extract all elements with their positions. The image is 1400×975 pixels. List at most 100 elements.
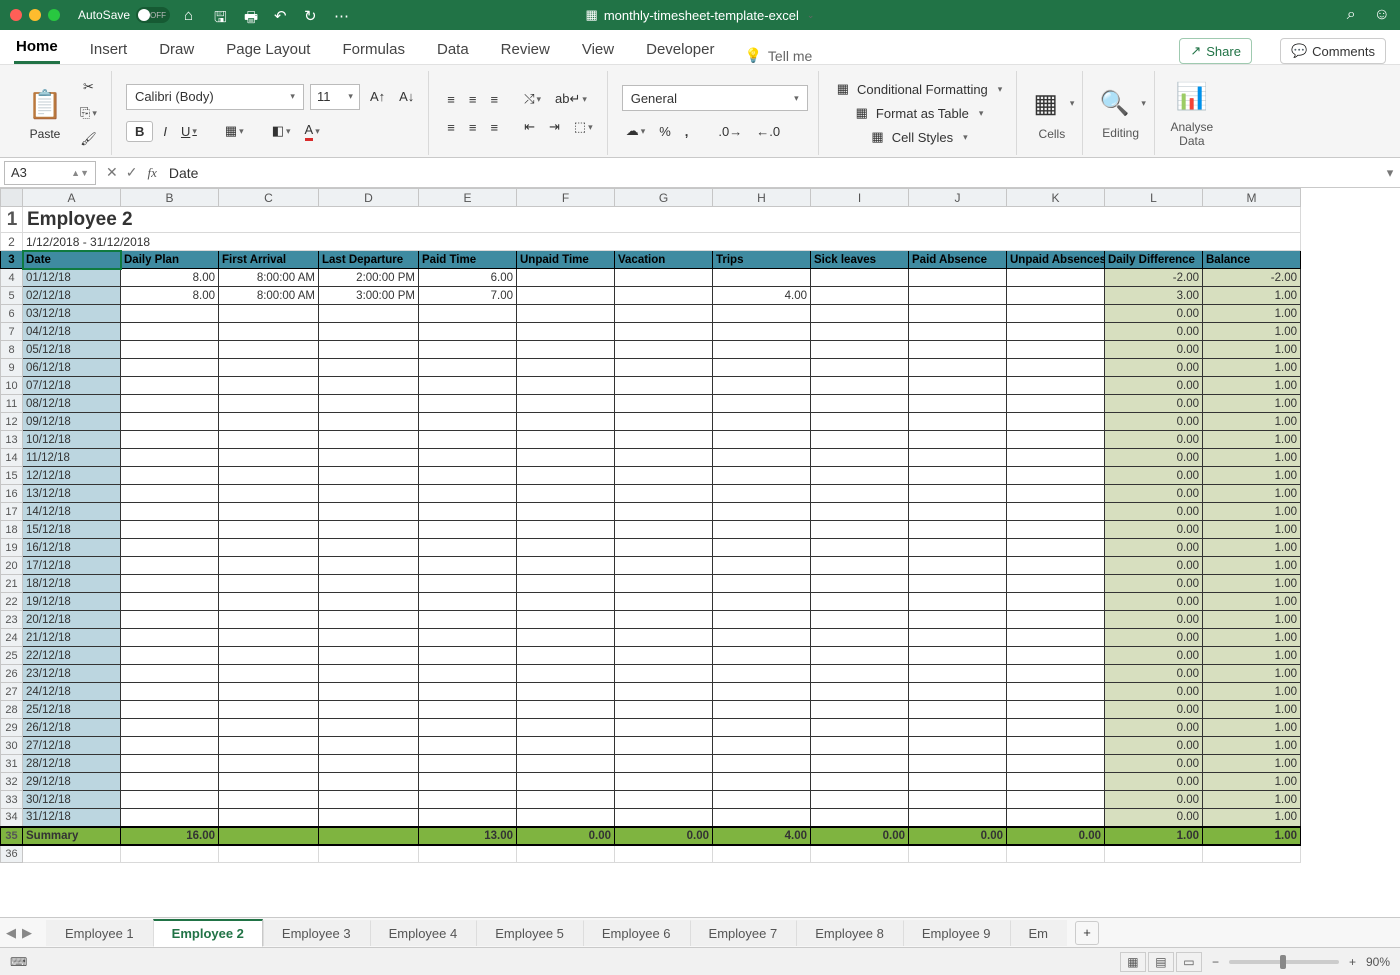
cell[interactable] [713, 269, 811, 287]
cell[interactable] [219, 341, 319, 359]
cell[interactable] [615, 575, 713, 593]
cell[interactable] [319, 809, 419, 827]
col-header-E[interactable]: E [419, 189, 517, 207]
cell[interactable] [319, 503, 419, 521]
percent-icon[interactable]: % [655, 122, 675, 141]
cell[interactable] [713, 431, 811, 449]
row-header-13[interactable]: 13 [1, 431, 23, 449]
cell[interactable] [419, 449, 517, 467]
cell[interactable] [615, 647, 713, 665]
cell[interactable] [1203, 845, 1301, 863]
cell[interactable]: 16.00 [121, 827, 219, 845]
cell[interactable]: 1.00 [1203, 413, 1301, 431]
cell[interactable] [615, 809, 713, 827]
table-header[interactable]: First Arrival [219, 251, 319, 269]
cell[interactable]: 1.00 [1203, 647, 1301, 665]
cell[interactable] [419, 755, 517, 773]
cell[interactable]: 18/12/18 [23, 575, 121, 593]
cell[interactable] [713, 575, 811, 593]
cell[interactable]: 30/12/18 [23, 791, 121, 809]
cell[interactable] [121, 377, 219, 395]
cell[interactable] [517, 305, 615, 323]
cell[interactable] [713, 737, 811, 755]
row-header-8[interactable]: 8 [1, 341, 23, 359]
cell[interactable]: 0.00 [1105, 539, 1203, 557]
cell[interactable]: Summary [23, 827, 121, 845]
analyse-icon[interactable]: 📊 [1172, 79, 1212, 114]
cell[interactable]: 3.00 [1105, 287, 1203, 305]
cell[interactable] [615, 395, 713, 413]
cell[interactable] [1007, 269, 1105, 287]
cell[interactable] [219, 539, 319, 557]
tab-draw[interactable]: Draw [157, 35, 196, 64]
cell[interactable]: 1.00 [1203, 665, 1301, 683]
cell[interactable] [319, 305, 419, 323]
cell[interactable] [419, 665, 517, 683]
table-header[interactable]: Balance [1203, 251, 1301, 269]
cell[interactable] [615, 701, 713, 719]
tab-data[interactable]: Data [435, 35, 471, 64]
cell[interactable] [1007, 773, 1105, 791]
cell[interactable] [517, 323, 615, 341]
cell[interactable] [909, 557, 1007, 575]
cell[interactable] [219, 791, 319, 809]
cell[interactable] [319, 791, 419, 809]
cell[interactable] [419, 611, 517, 629]
cell[interactable] [1007, 629, 1105, 647]
cell[interactable] [909, 575, 1007, 593]
cell[interactable] [713, 647, 811, 665]
font-name-select[interactable]: Calibri (Body)▾ [126, 84, 304, 110]
col-header-C[interactable]: C [219, 189, 319, 207]
cell[interactable] [909, 467, 1007, 485]
currency-icon[interactable]: ☁▾ [622, 121, 650, 141]
cell[interactable]: 04/12/18 [23, 323, 121, 341]
row-header-12[interactable]: 12 [1, 413, 23, 431]
cell[interactable] [1007, 305, 1105, 323]
cell[interactable] [517, 521, 615, 539]
cell[interactable] [1007, 287, 1105, 305]
cell[interactable]: 1.00 [1203, 287, 1301, 305]
cell[interactable] [121, 773, 219, 791]
cell[interactable] [811, 431, 909, 449]
cell[interactable] [517, 665, 615, 683]
cell[interactable] [517, 377, 615, 395]
cell[interactable] [219, 305, 319, 323]
table-header[interactable]: Daily Difference [1105, 251, 1203, 269]
cell[interactable] [419, 377, 517, 395]
cell[interactable] [219, 359, 319, 377]
minimize-window-icon[interactable] [29, 9, 41, 21]
row-header-14[interactable]: 14 [1, 449, 23, 467]
cell[interactable] [319, 827, 419, 845]
row-header-26[interactable]: 26 [1, 665, 23, 683]
cell[interactable] [219, 521, 319, 539]
cell[interactable] [517, 431, 615, 449]
cell[interactable] [909, 413, 1007, 431]
prev-sheet-icon[interactable]: ◀ [6, 925, 16, 941]
cell[interactable] [909, 809, 1007, 827]
cell[interactable] [419, 719, 517, 737]
cell[interactable]: 0.00 [615, 827, 713, 845]
cell[interactable] [121, 431, 219, 449]
sheet-tab[interactable]: Employee 3 [263, 920, 370, 946]
cell[interactable] [811, 755, 909, 773]
decrease-indent-icon[interactable]: ⇤ [520, 117, 539, 137]
cell[interactable] [713, 719, 811, 737]
cell[interactable] [615, 287, 713, 305]
row-header-30[interactable]: 30 [1, 737, 23, 755]
cell-styles-button[interactable]: ▦Cell Styles▾ [833, 127, 1007, 147]
cell[interactable] [419, 701, 517, 719]
undo-icon[interactable]: ↶ [274, 7, 290, 23]
more-icon[interactable]: ⋯ [334, 7, 350, 23]
cell[interactable]: 19/12/18 [23, 593, 121, 611]
sheet-tab[interactable]: Employee 7 [690, 920, 797, 946]
cell[interactable] [517, 737, 615, 755]
cell[interactable] [419, 395, 517, 413]
cell[interactable] [1007, 755, 1105, 773]
cell[interactable]: 0.00 [1105, 611, 1203, 629]
cell[interactable] [615, 611, 713, 629]
page-break-view-icon[interactable]: ▭ [1176, 952, 1202, 972]
cell[interactable]: 0.00 [1105, 593, 1203, 611]
share-button[interactable]: ↗ Share [1179, 38, 1252, 64]
cell[interactable] [909, 485, 1007, 503]
cell[interactable] [1007, 467, 1105, 485]
